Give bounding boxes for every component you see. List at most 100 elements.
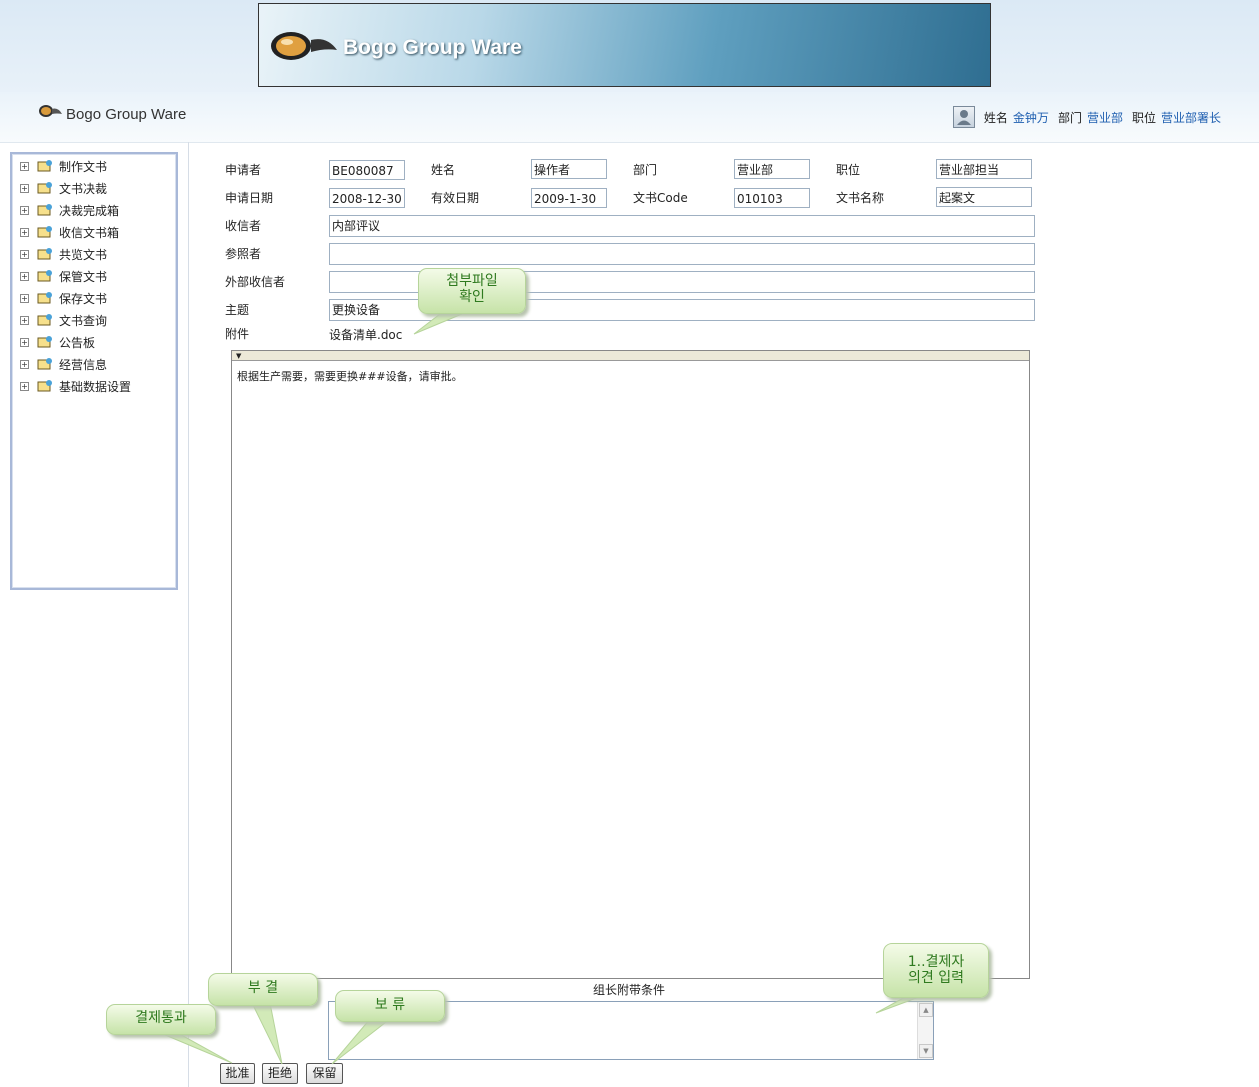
opinion-label: 组长附带条件 [593,983,666,997]
expand-icon[interactable]: + [20,249,29,259]
expand-icon[interactable]: + [20,359,29,369]
name-label: 姓名 [431,163,456,177]
user-dept[interactable]: 营业部 [1087,109,1123,126]
folder-icon [37,160,52,172]
sidebar-item-create-doc[interactable]: + 制作文书 [12,155,176,177]
sidebar-item-label: 公告板 [59,335,96,350]
subheader: Bogo Group Ware 姓名 金钟万 部门 营业部 职位 营业部署长 [0,92,1259,143]
sidebar-item-doc-search[interactable]: + 文书查询 [12,309,176,331]
editor-content[interactable]: 根据生产需要，需要更换###设备，请审批。 [232,361,1029,391]
doc-code-field[interactable]: 010103 [734,188,810,208]
sidebar-item-doc-approval[interactable]: + 文书决裁 [12,177,176,199]
approve-button[interactable]: 批准 [220,1063,255,1084]
user-name-label: 姓名 [983,110,1008,125]
doc-name-label: 文书名称 [836,191,885,205]
hold-callout: 보 류 [335,990,445,1022]
name-field[interactable]: 操作者 [531,159,607,179]
sidebar-item-label: 决裁完成箱 [59,203,120,218]
applicant-label: 申请者 [225,163,262,177]
content-editor[interactable]: ▼ 根据生产需要，需要更换###设备，请审批。 [231,350,1030,979]
goggles-logo-icon [271,32,337,60]
scroll-down-icon[interactable]: ▼ [919,1044,933,1058]
expand-icon[interactable]: + [20,293,29,303]
reject-callout: 부 결 [208,973,318,1006]
user-name[interactable]: 金钟万 [1013,109,1049,126]
expand-icon[interactable]: + [20,337,29,347]
sidebar-item-business-info[interactable]: + 经营信息 [12,353,176,375]
expand-icon[interactable]: + [20,381,29,391]
callout-text: 확인 [459,289,485,305]
applicant-field[interactable]: BE080087 [329,160,405,180]
external-receiver-label: 外部收信者 [225,275,286,289]
attachment-link[interactable]: 设备清单.doc [329,326,402,343]
user-info: 姓名 金钟万 部门 营业部 职位 营业部署长 [952,106,1221,128]
folder-icon [37,248,52,260]
sidebar-item-label: 保管文书 [59,269,108,284]
doc-name-field[interactable]: 起案文 [936,187,1032,207]
sidebar-item-shared-docs[interactable]: + 共览文书 [12,243,176,265]
folder-icon [37,204,52,216]
expand-icon[interactable]: + [20,183,29,193]
callout-text: 의견 입력 [908,970,964,986]
callout-text: 1..결제자 [907,954,965,970]
app-title: Bogo Group Ware [66,106,187,123]
apply-date-label: 申请日期 [225,191,274,205]
sidebar-item-base-data[interactable]: + 基础数据设置 [12,375,176,397]
sidebar-item-label: 文书决裁 [59,181,108,196]
editor-toolbar: ▼ [232,351,1029,361]
opinion-callout: 1..결제자 의견 입력 [883,943,989,998]
user-position-label: 职位 [1131,110,1156,125]
sidebar-item-inbox[interactable]: + 收信文书箱 [12,221,176,243]
banner-title: Bogo Group Ware [343,36,522,59]
reject-button[interactable]: 拒绝 [262,1063,298,1084]
folder-icon [37,226,52,238]
folder-icon [37,380,52,392]
apply-date-field[interactable]: 2008-12-30 [329,188,405,208]
folder-icon [37,336,52,348]
banner: Bogo Group Ware [258,3,991,87]
sidebar-tree: + 制作文书 + 文书决裁 + 决裁完成箱 + 收信文书箱 + 共览文书 + 保管文书 + 保… [10,152,178,590]
folder-icon [37,314,52,326]
user-dept-label: 部门 [1057,110,1082,125]
opinion-scrollbar[interactable]: ▲ ▼ [917,1002,933,1059]
folder-icon [37,358,52,370]
sidebar-item-label: 收信文书箱 [59,225,120,240]
user-position[interactable]: 营业部署长 [1161,109,1221,126]
receiver-field[interactable]: 内部评议 [329,215,1035,237]
collapse-arrow-icon[interactable]: ▼ [236,352,241,360]
folder-icon [37,270,52,282]
valid-date-label: 有效日期 [431,191,480,205]
dept-field[interactable]: 营业部 [734,159,810,179]
expand-icon[interactable]: + [20,227,29,237]
receiver-label: 收信者 [225,219,262,233]
hold-button[interactable]: 保留 [306,1063,343,1084]
sidebar-item-label: 文书查询 [59,313,108,328]
folder-icon [37,292,52,304]
app-logo-icon [39,105,62,117]
sidebar-item-label: 共览文书 [59,247,108,262]
expand-icon[interactable]: + [20,205,29,215]
sidebar-item-label: 制作文书 [59,159,108,174]
sidebar-item-saved-docs[interactable]: + 保存文书 [12,287,176,309]
attachment-label: 附件 [225,327,250,341]
position-field[interactable]: 营业部担当 [936,159,1032,179]
sidebar-item-bulletin[interactable]: + 公告板 [12,331,176,353]
scroll-up-icon[interactable]: ▲ [919,1003,933,1017]
reference-label: 参照者 [225,247,262,261]
sidebar-item-kept-docs[interactable]: + 保管文书 [12,265,176,287]
user-icon [952,106,975,128]
dept-label: 部门 [633,163,658,177]
expand-icon[interactable]: + [20,161,29,171]
sidebar-item-label: 经营信息 [59,357,108,372]
sidebar-item-approved-box[interactable]: + 决裁完成箱 [12,199,176,221]
reference-field[interactable] [329,243,1035,265]
attachment-callout: 첨부파일 확인 [418,268,526,314]
folder-icon [37,182,52,194]
expand-icon[interactable]: + [20,315,29,325]
valid-date-field[interactable]: 2009-1-30 [531,188,607,208]
approve-callout: 결제통과 [106,1004,216,1035]
position-label: 职位 [836,163,861,177]
callout-text: 첨부파일 [446,273,498,289]
sidebar-item-label: 保存文书 [59,291,108,306]
expand-icon[interactable]: + [20,271,29,281]
